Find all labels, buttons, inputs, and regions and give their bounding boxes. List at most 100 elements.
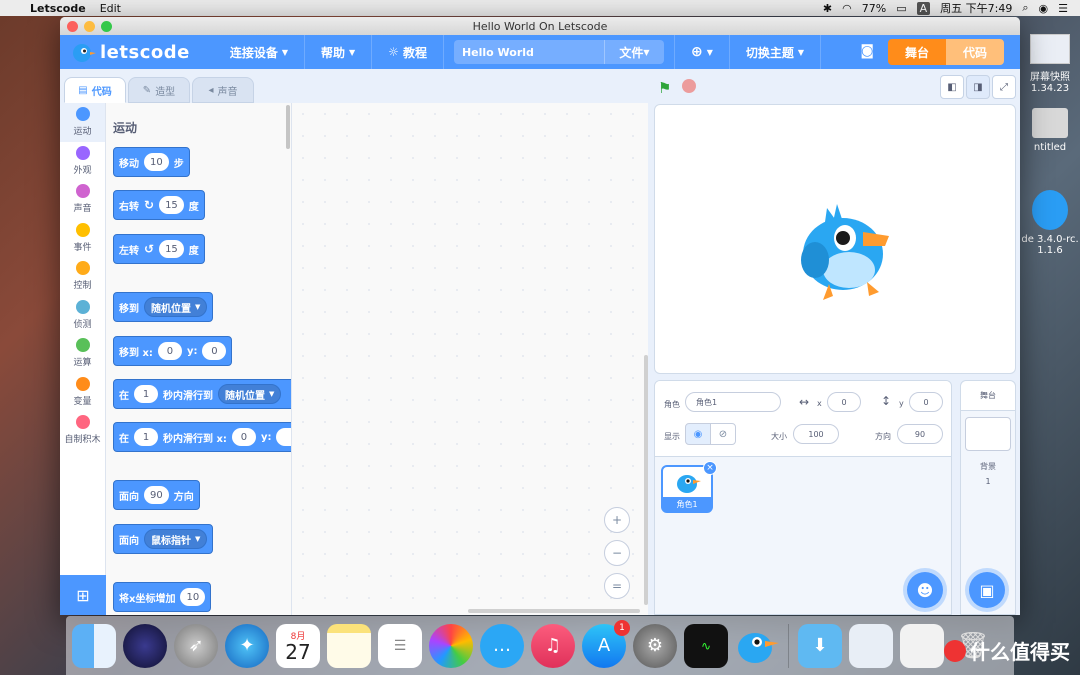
project-title-input[interactable]: Hello World <box>462 46 604 59</box>
workspace-vertical-scrollbar[interactable] <box>644 355 648 605</box>
reminders-icon[interactable]: ☰ <box>378 623 422 668</box>
category-looks[interactable]: 外观 <box>60 142 105 181</box>
size-input[interactable]: 100 <box>793 424 839 444</box>
desktop-screenshot-file[interactable]: 屏幕快照 1.34.23 <box>1020 34 1080 98</box>
messages-icon[interactable]: … <box>480 623 524 668</box>
add-sprite-button[interactable]: ☻ <box>907 572 943 608</box>
calendar-icon[interactable]: 8月 27 <box>276 623 320 668</box>
document-stack-icon[interactable] <box>849 623 893 668</box>
block-number-input[interactable] <box>276 428 291 446</box>
category-variables[interactable]: 变量 <box>60 373 105 412</box>
small-stage-button[interactable]: ◧ <box>940 75 964 99</box>
block-point-direction[interactable]: 面向 90 方向 <box>113 480 200 510</box>
block-number-input[interactable]: 1 <box>134 428 158 446</box>
category-operators[interactable]: 运算 <box>60 334 105 373</box>
screenshot-stack-icon[interactable] <box>900 623 944 668</box>
block-number-input[interactable]: 0 <box>231 428 256 446</box>
photos-icon[interactable] <box>429 623 473 668</box>
category-sound[interactable]: 声音 <box>60 180 105 219</box>
category-events[interactable]: 事件 <box>60 219 105 258</box>
sprite-thumbnail[interactable]: × 角色1 <box>661 461 717 513</box>
workspace-horizontal-scrollbar[interactable] <box>468 609 640 613</box>
close-window-button[interactable] <box>67 20 78 32</box>
block-number-input[interactable]: 15 <box>159 196 184 214</box>
category-my-blocks[interactable]: 自制积木 <box>60 411 105 450</box>
itunes-icon[interactable]: ♫ <box>531 623 575 668</box>
desktop-installer[interactable]: de 3.4.0-rc. 1.1.6 <box>1020 190 1080 270</box>
show-sprite-button[interactable]: ◉ <box>685 423 711 445</box>
block-turn-right[interactable]: 右转 ↻ 15 度 <box>113 190 205 220</box>
notification-center-icon[interactable]: ☰ <box>1058 2 1068 15</box>
block-number-input[interactable]: 0 <box>157 342 182 360</box>
activity-monitor-icon[interactable]: ∿ <box>684 623 728 668</box>
x-input[interactable]: 0 <box>827 392 861 412</box>
fullscreen-button[interactable]: ⤢ <box>992 75 1016 99</box>
bluetooth-icon[interactable]: ✱ <box>823 2 832 15</box>
tab-code[interactable]: ▤ 代码 <box>64 77 126 103</box>
add-extension-button[interactable]: ⊞ <box>60 575 106 615</box>
zoom-in-button[interactable]: + <box>604 507 630 533</box>
minimize-window-button[interactable] <box>84 20 95 32</box>
block-move-steps[interactable]: 移动 10 步 <box>113 147 190 177</box>
block-number-input[interactable]: 10 <box>180 588 206 606</box>
connect-device-menu[interactable]: 连接设备 ▼ <box>214 35 305 69</box>
finder-icon[interactable] <box>72 623 116 668</box>
letscode-logo[interactable]: letscode <box>70 41 190 63</box>
block-goto[interactable]: 移到 随机位置 ▼ <box>113 292 214 322</box>
block-number-input[interactable]: 0 <box>202 342 227 360</box>
downloads-folder-icon[interactable]: ⬇ <box>798 623 842 668</box>
desktop-disk[interactable]: ntitled <box>1020 108 1080 168</box>
category-control[interactable]: 控制 <box>60 257 105 296</box>
block-number-input[interactable]: 1 <box>134 385 158 403</box>
delete-sprite-button[interactable]: × <box>703 461 717 475</box>
input-method-icon[interactable]: A <box>916 1 931 15</box>
category-sensing[interactable]: 侦测 <box>60 296 105 335</box>
sprite-name-input[interactable]: 角色1 <box>685 392 781 412</box>
siri-icon[interactable]: ◉ <box>1039 2 1049 15</box>
zoom-reset-button[interactable]: = <box>604 573 630 599</box>
stop-icon[interactable] <box>682 79 696 93</box>
stage-canvas[interactable] <box>654 104 1016 374</box>
block-dropdown[interactable]: 鼠标指针 ▼ <box>144 529 208 549</box>
letscode-dock-icon[interactable] <box>735 624 779 668</box>
add-backdrop-button[interactable]: ▣ <box>969 572 1005 608</box>
app-menu[interactable]: Letscode <box>30 2 86 15</box>
search-icon[interactable]: ⌕ <box>1022 1 1028 15</box>
stage-thumbnail[interactable] <box>965 417 1011 451</box>
notes-icon[interactable] <box>327 623 371 668</box>
edit-menu[interactable]: Edit <box>100 2 121 15</box>
zoom-out-button[interactable]: − <box>604 540 630 566</box>
camera-icon[interactable]: ◙ <box>860 43 874 59</box>
code-mode-button[interactable]: 代码 <box>946 39 1004 65</box>
block-glide-to-xy[interactable]: 在 1 秒内滑行到 x: 0 y: <box>113 422 291 452</box>
tab-sound[interactable]: ◂ 声音 <box>192 77 254 103</box>
category-motion[interactable]: 运动 <box>60 103 105 142</box>
wifi-icon[interactable]: ◠ <box>842 2 852 15</box>
block-number-input[interactable]: 10 <box>144 153 169 171</box>
bird-sprite[interactable] <box>797 200 893 304</box>
block-turn-left[interactable]: 左转 ↺ 15 度 <box>113 234 205 264</box>
tutorial-button[interactable]: ☼ 教程 <box>372 35 444 69</box>
safari-icon[interactable]: ✦ <box>225 623 269 668</box>
tab-costume[interactable]: ✎ 造型 <box>128 77 190 103</box>
stage-selector[interactable]: 舞台 背景 1 ▣ <box>960 380 1016 615</box>
battery-percent[interactable]: 77% <box>862 2 886 15</box>
block-dropdown[interactable]: 随机位置 ▼ <box>144 297 208 317</box>
clock[interactable]: 周五 下午7:49 <box>940 0 1012 16</box>
block-glide-to[interactable]: 在 1 秒内滑行到 随机位置 ▼ <box>113 379 291 409</box>
block-number-input[interactable]: 15 <box>159 240 184 258</box>
normal-stage-button[interactable]: ◨ <box>966 75 990 99</box>
block-goto-xy[interactable]: 移到 x: 0 y: 0 <box>113 336 233 366</box>
siri-icon[interactable] <box>123 623 167 668</box>
language-menu[interactable]: ⊕ ▼ <box>673 35 730 69</box>
palette-scrollbar[interactable] <box>286 105 290 149</box>
stage-mode-button[interactable]: 舞台 <box>888 39 946 65</box>
green-flag-icon[interactable]: ⚑ <box>658 79 671 97</box>
hide-sprite-button[interactable]: ⊘ <box>710 423 736 445</box>
block-dropdown[interactable]: 随机位置 ▼ <box>218 384 282 404</box>
theme-menu[interactable]: 切换主题 ▼ <box>730 35 822 69</box>
code-workspace[interactable]: + − = <box>292 103 648 615</box>
file-menu[interactable]: 文件 ▼ <box>603 40 664 64</box>
system-preferences-icon[interactable]: ⚙ <box>633 623 677 668</box>
block-point-towards[interactable]: 面向 鼠标指针 ▼ <box>113 524 214 554</box>
